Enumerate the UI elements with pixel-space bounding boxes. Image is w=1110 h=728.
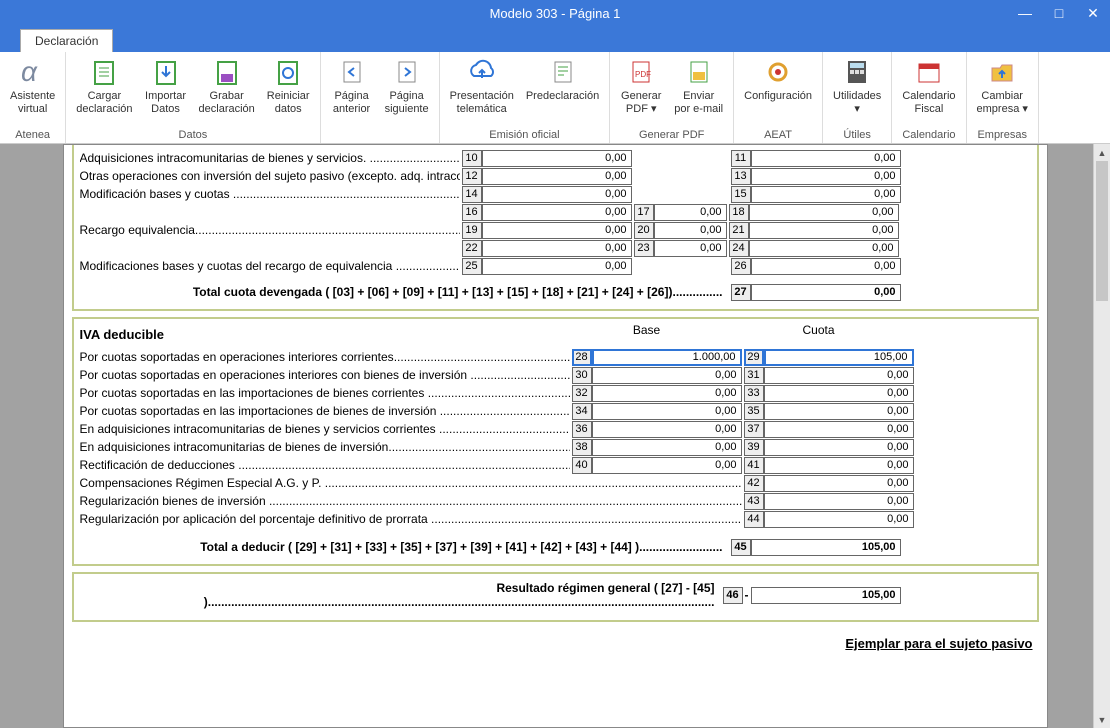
field-18[interactable]: 0,00 — [749, 204, 899, 221]
field-13[interactable]: 0,00 — [751, 168, 901, 185]
field-35[interactable]: 0,00 — [764, 403, 914, 420]
ribbon-tabs: Declaración — [0, 26, 1110, 52]
field-15[interactable]: 0,00 — [751, 186, 901, 203]
svg-text:α: α — [21, 56, 38, 87]
presentacion-telematica-button[interactable]: Presentacióntelemática — [444, 54, 520, 128]
reiniciar-datos-button[interactable]: Reiniciardatos — [261, 54, 316, 128]
page-next-icon — [391, 56, 423, 88]
field-27[interactable]: 0,00 — [751, 284, 901, 301]
reset-doc-icon — [272, 56, 304, 88]
field-23[interactable]: 0,00 — [654, 240, 727, 257]
field-10[interactable]: 0,00 — [482, 150, 632, 167]
importar-datos-button[interactable]: ImportarDatos — [139, 54, 193, 128]
field-22[interactable]: 0,00 — [482, 240, 632, 257]
vertical-scrollbar[interactable]: ▲ ▼ — [1093, 144, 1110, 728]
window-title: Modelo 303 - Página 1 — [490, 6, 621, 21]
field-39[interactable]: 0,00 — [764, 439, 914, 456]
field-11[interactable]: 0,00 — [751, 150, 901, 167]
field-25[interactable]: 0,00 — [482, 258, 632, 275]
field-43[interactable]: 0,00 — [764, 493, 914, 510]
field-38[interactable]: 0,00 — [592, 439, 742, 456]
scroll-down-icon[interactable]: ▼ — [1094, 711, 1110, 728]
field-46[interactable]: 105,00 — [751, 587, 901, 604]
cambiar-empresa-button[interactable]: Cambiarempresa ▾ — [971, 54, 1034, 128]
pdf-icon: PDF — [625, 56, 657, 88]
field-16[interactable]: 0,00 — [482, 204, 632, 221]
titlebar: Modelo 303 - Página 1 — □ ✕ — [0, 0, 1110, 26]
configuracion-button[interactable]: Configuración — [738, 54, 818, 128]
field-28[interactable]: 1.000,00 — [592, 349, 742, 366]
generar-pdf-button[interactable]: PDFGenerarPDF ▾ — [614, 54, 668, 128]
mail-icon — [683, 56, 715, 88]
minimize-button[interactable]: — — [1008, 0, 1042, 26]
form-page: Adquisiciones intracomunitarias de biene… — [63, 144, 1048, 728]
box-10: 10 — [462, 150, 482, 167]
field-37[interactable]: 0,00 — [764, 421, 914, 438]
field-30[interactable]: 0,00 — [592, 367, 742, 384]
scroll-thumb[interactable] — [1096, 161, 1108, 301]
maximize-button[interactable]: □ — [1042, 0, 1076, 26]
field-44[interactable]: 0,00 — [764, 511, 914, 528]
asistente-virtual-button[interactable]: α Asistentevirtual — [4, 54, 61, 128]
calculator-icon — [841, 56, 873, 88]
field-45[interactable]: 105,00 — [751, 539, 901, 556]
field-21[interactable]: 0,00 — [749, 222, 899, 239]
field-17[interactable]: 0,00 — [654, 204, 727, 221]
field-42[interactable]: 0,00 — [764, 475, 914, 492]
field-32[interactable]: 0,00 — [592, 385, 742, 402]
calendar-icon — [913, 56, 945, 88]
box-11: 11 — [731, 150, 751, 167]
field-26[interactable]: 0,00 — [751, 258, 901, 275]
field-41[interactable]: 0,00 — [764, 457, 914, 474]
predecl-doc-icon — [547, 56, 579, 88]
folder-up-icon — [986, 56, 1018, 88]
field-31[interactable]: 0,00 — [764, 367, 914, 384]
calendario-fiscal-button[interactable]: CalendarioFiscal — [896, 54, 961, 128]
field-33[interactable]: 0,00 — [764, 385, 914, 402]
cloud-upload-icon — [466, 56, 498, 88]
tab-declaracion[interactable]: Declaración — [20, 29, 113, 52]
ribbon: α Asistentevirtual Atenea Cargardeclarac… — [0, 52, 1110, 144]
field-29[interactable]: 105,00 — [764, 349, 914, 366]
field-12[interactable]: 0,00 — [482, 168, 632, 185]
section-iva-devengado: Adquisiciones intracomunitarias de biene… — [72, 145, 1039, 311]
cargar-declaracion-button[interactable]: Cargardeclaración — [70, 54, 138, 128]
predeclaracion-button[interactable]: Predeclaración — [520, 54, 605, 128]
close-button[interactable]: ✕ — [1076, 0, 1110, 26]
field-24[interactable]: 0,00 — [749, 240, 899, 257]
document-viewport: Adquisiciones intracomunitarias de biene… — [0, 144, 1110, 728]
field-36[interactable]: 0,00 — [592, 421, 742, 438]
scroll-up-icon[interactable]: ▲ — [1094, 144, 1110, 161]
gear-star-icon — [762, 56, 794, 88]
field-34[interactable]: 0,00 — [592, 403, 742, 420]
footer-note: Ejemplar para el sujeto pasivo — [64, 628, 1047, 659]
page-prev-icon — [336, 56, 368, 88]
field-20[interactable]: 0,00 — [654, 222, 727, 239]
import-doc-icon — [150, 56, 182, 88]
svg-text:PDF: PDF — [635, 70, 651, 79]
alpha-icon: α — [17, 56, 49, 88]
pagina-anterior-button[interactable]: Páginaanterior — [325, 54, 379, 140]
section-iva-deducible: IVA deducible Base Cuota Por cuotas sopo… — [72, 317, 1039, 566]
field-40[interactable]: 0,00 — [592, 457, 742, 474]
load-doc-icon — [88, 56, 120, 88]
field-19[interactable]: 0,00 — [482, 222, 632, 239]
utilidades-button[interactable]: Utilidades▾ — [827, 54, 887, 128]
pagina-siguiente-button[interactable]: Páginasiguiente — [379, 54, 435, 140]
save-doc-icon — [211, 56, 243, 88]
enviar-email-button[interactable]: Enviarpor e-mail — [668, 54, 729, 128]
grabar-declaracion-button[interactable]: Grabardeclaración — [193, 54, 261, 128]
field-14[interactable]: 0,00 — [482, 186, 632, 203]
section-resultado: Resultado régimen general ( [27] - [45] … — [72, 572, 1039, 622]
